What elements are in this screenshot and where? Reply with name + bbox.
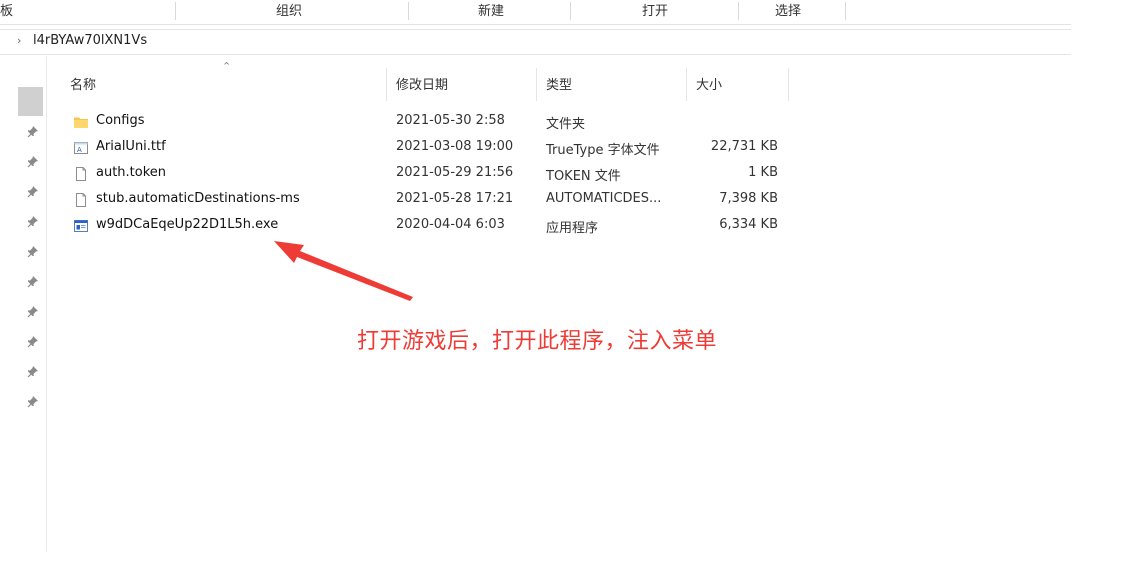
file-name[interactable]: w9dDCaEqeUp22D1L5h.exe: [96, 217, 278, 232]
font-file-icon: A: [73, 140, 89, 156]
column-divider[interactable]: [686, 68, 687, 101]
file-size: 22,731 KB: [710, 139, 778, 154]
column-header-name[interactable]: 名称: [70, 74, 96, 93]
file-name[interactable]: stub.automaticDestinations-ms: [96, 191, 300, 206]
ribbon-bottom-border: [0, 24, 1005, 25]
quick-access-pin-icon[interactable]: [27, 306, 39, 318]
ribbon-separator: [570, 2, 571, 20]
file-row[interactable]: stub.automaticDestinations-ms 2021-05-28…: [68, 187, 788, 213]
nav-pane-selected-item[interactable]: [18, 87, 43, 116]
ribbon-separator: [408, 2, 409, 20]
exe-icon: [73, 218, 89, 234]
ribbon: 板 组织 新建 打开 选择: [0, 0, 1125, 24]
file-row[interactable]: Configs 2021-05-30 2:58 文件夹: [68, 109, 788, 135]
ribbon-group-clipboard-label: 板: [0, 4, 14, 19]
svg-text:A: A: [77, 146, 82, 154]
ribbon-group-open-label: 打开: [642, 4, 669, 19]
file-date: 2021-05-28 17:21: [396, 191, 514, 206]
quick-access-pin-icon[interactable]: [27, 246, 39, 258]
breadcrumb-chevron-icon[interactable]: ›: [17, 34, 21, 47]
ribbon-separator: [175, 2, 176, 20]
file-date: 2021-03-08 19:00: [396, 139, 514, 154]
address-bar[interactable]: › l4rBYAw70lXN1Vs: [0, 29, 1071, 55]
nav-pane-border: [46, 57, 47, 551]
quick-access-pin-icon[interactable]: [27, 396, 39, 408]
quick-access-pin-icon[interactable]: [27, 156, 39, 168]
file-type: TrueType 字体文件: [546, 143, 660, 158]
column-header-type[interactable]: 类型: [546, 74, 572, 93]
annotation-text: 打开游戏后，打开此程序，注入菜单: [357, 329, 718, 354]
column-divider[interactable]: [386, 68, 387, 101]
file-type: AUTOMATICDES...: [546, 191, 662, 206]
quick-access-pin-icon[interactable]: [27, 186, 39, 198]
annotation-arrow-icon: [274, 241, 413, 301]
ribbon-group-organize-label: 组织: [276, 4, 303, 19]
file-size: 6,334 KB: [719, 217, 778, 232]
folder-icon: [73, 114, 89, 130]
breadcrumb-current-folder[interactable]: l4rBYAw70lXN1Vs: [33, 33, 147, 48]
quick-access-pin-icon[interactable]: [27, 126, 39, 138]
file-type: 文件夹: [546, 117, 586, 132]
quick-access-pin-icon[interactable]: [27, 366, 39, 378]
file-type: 应用程序: [546, 221, 599, 236]
column-header-date[interactable]: 修改日期: [396, 74, 448, 93]
file-row[interactable]: auth.token 2021-05-29 21:56 TOKEN 文件 1 K…: [68, 161, 788, 187]
quick-access-pin-icon[interactable]: [27, 336, 39, 348]
file-icon: [73, 166, 89, 182]
file-date: 2021-05-29 21:56: [396, 165, 514, 180]
file-name[interactable]: ArialUni.ttf: [96, 139, 166, 154]
column-divider[interactable]: [536, 68, 537, 101]
file-size: 1 KB: [748, 165, 778, 180]
ribbon-group-new-label: 新建: [478, 4, 505, 19]
ribbon-bottom-border: [1005, 24, 1071, 25]
file-row[interactable]: A ArialUni.ttf 2021-03-08 19:00 TrueType…: [68, 135, 788, 161]
file-icon: [73, 192, 89, 208]
file-date: 2021-05-30 2:58: [396, 113, 505, 128]
quick-access-pin-icon[interactable]: [27, 276, 39, 288]
quick-access-pin-icon[interactable]: [27, 216, 39, 228]
column-divider[interactable]: [788, 68, 789, 101]
file-type: TOKEN 文件: [546, 169, 621, 184]
file-size: 7,398 KB: [719, 191, 778, 206]
column-header-size[interactable]: 大小: [696, 74, 722, 93]
sort-ascending-icon: ⌃: [222, 60, 232, 73]
ribbon-group-select-label: 选择: [775, 4, 802, 19]
ribbon-separator: [738, 2, 739, 20]
file-name[interactable]: Configs: [96, 113, 144, 128]
file-name[interactable]: auth.token: [96, 165, 166, 180]
ribbon-separator: [845, 2, 846, 20]
